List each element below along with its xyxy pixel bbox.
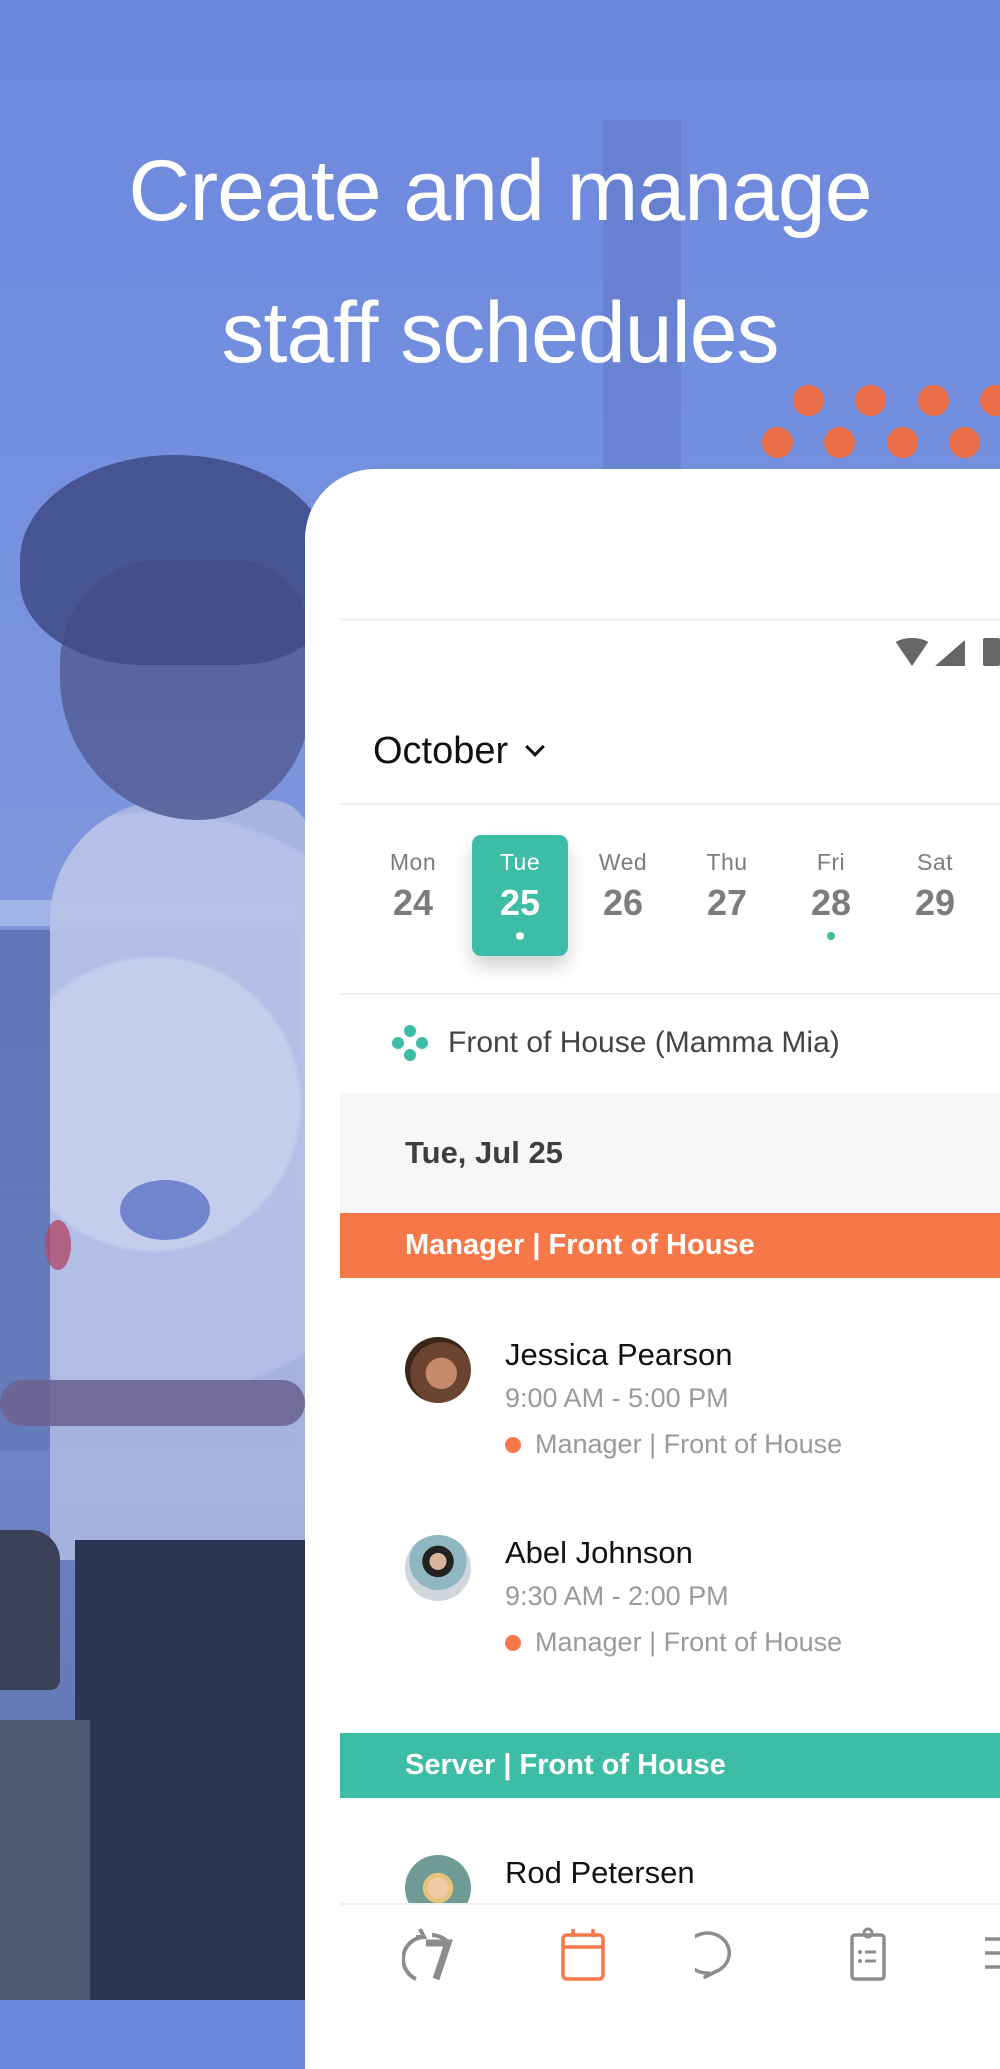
day-name: Fri bbox=[816, 849, 846, 875]
section-header-manager: Manager | Front of House bbox=[340, 1213, 1000, 1278]
bottom-navigation bbox=[340, 1903, 1000, 2005]
menu-icon bbox=[985, 1937, 1000, 1969]
decor-dot bbox=[762, 427, 793, 458]
shift-role: Manager | Front of House bbox=[505, 1429, 842, 1460]
day-wed[interactable]: Wed 26 bbox=[575, 835, 671, 956]
shift-time: 9:00 AM - 5:00 PM bbox=[505, 1383, 729, 1413]
section-title: Manager | Front of House bbox=[405, 1229, 755, 1261]
shift-time: 9:30 AM - 2:00 PM bbox=[505, 1581, 729, 1611]
decor-dot bbox=[918, 385, 949, 416]
role-color-dot bbox=[505, 1634, 521, 1651]
nav-schedule[interactable] bbox=[553, 1927, 613, 1983]
person-pants bbox=[75, 1540, 315, 2000]
month-selector[interactable]: October bbox=[373, 721, 546, 781]
chat-icon bbox=[683, 1931, 731, 1979]
day-number: 28 bbox=[810, 882, 852, 923]
day-name: Wed bbox=[598, 849, 648, 875]
day-thu[interactable]: Thu 27 bbox=[679, 835, 775, 956]
person-arm bbox=[0, 1380, 305, 1426]
clipboard-icon bbox=[850, 1927, 886, 1981]
shift-role-label: Manager | Front of House bbox=[535, 1429, 843, 1459]
day-name: Sat bbox=[916, 849, 954, 875]
headline-line-1: Create and manage bbox=[128, 143, 872, 239]
person-shirt bbox=[50, 800, 310, 1560]
decor-dot bbox=[793, 385, 824, 416]
event-indicator-dot bbox=[516, 932, 524, 940]
day-fri[interactable]: Fri 28 bbox=[783, 835, 879, 956]
nav-messages[interactable] bbox=[683, 1927, 755, 1983]
counter bbox=[0, 1720, 90, 2000]
timeclock-icon bbox=[401, 1928, 453, 1981]
decor-dot bbox=[855, 385, 886, 416]
decor-dot bbox=[824, 427, 855, 458]
wifi-icon bbox=[893, 638, 931, 666]
decor-dot bbox=[949, 427, 980, 458]
decor-dot bbox=[887, 427, 918, 458]
day-number: 26 bbox=[602, 882, 644, 923]
nav-menu[interactable] bbox=[980, 1927, 1000, 1983]
avatar bbox=[405, 1535, 471, 1601]
avatar bbox=[405, 1337, 471, 1403]
date-header: Tue, Jul 25 bbox=[340, 1093, 1000, 1213]
person-hair bbox=[20, 455, 330, 665]
status-bar bbox=[340, 621, 1000, 685]
section-title: Server | Front of House bbox=[405, 1749, 726, 1781]
day-sat[interactable]: Sat 29 bbox=[887, 835, 983, 956]
day-mon[interactable]: Mon 24 bbox=[365, 835, 461, 956]
shift-role-label: Manager | Front of House bbox=[535, 1627, 843, 1657]
date-label: Tue, Jul 25 bbox=[405, 1135, 563, 1170]
employee-name: Rod Petersen bbox=[505, 1855, 695, 1890]
shift-item[interactable]: Jessica Pearson 9:00 AM - 5:00 PM Manage… bbox=[405, 1337, 1000, 1487]
day-number: 27 bbox=[706, 882, 748, 923]
calendar-icon bbox=[561, 1929, 605, 1981]
role-color-dot bbox=[505, 1436, 521, 1453]
headline-line-2: staff schedules bbox=[221, 285, 779, 381]
event-indicator-dot bbox=[827, 932, 835, 940]
day-name: Thu bbox=[706, 849, 748, 875]
shirt-flower bbox=[45, 1220, 71, 1270]
signal-icon bbox=[935, 640, 965, 666]
employee-name: Abel Johnson bbox=[505, 1535, 693, 1570]
group-label: Front of House (Mamma Mia) bbox=[448, 1026, 840, 1059]
shirt-flower bbox=[120, 1180, 210, 1240]
nav-tasks[interactable] bbox=[838, 1927, 898, 1983]
day-number: 25 bbox=[499, 882, 541, 923]
chevron-down-icon bbox=[525, 737, 546, 757]
shift-role: Manager | Front of House bbox=[505, 1627, 842, 1658]
battery-icon bbox=[983, 638, 1000, 666]
month-label: October bbox=[373, 729, 509, 772]
day-name: Mon bbox=[389, 849, 437, 875]
coffee-machine bbox=[0, 1530, 60, 1690]
day-strip: Mon 24 Tue 25 Wed 26 Thu 27 Fri 28 Sat 2… bbox=[340, 803, 1000, 995]
shift-item[interactable]: Abel Johnson 9:30 AM - 2:00 PM Manager |… bbox=[405, 1535, 1000, 1685]
day-number: 24 bbox=[392, 882, 434, 923]
employee-name: Jessica Pearson bbox=[505, 1337, 733, 1372]
section-header-server: Server | Front of House bbox=[340, 1733, 1000, 1798]
app-screen: October Mon 24 Tue 25 Wed 26 Thu 27 Fri … bbox=[340, 618, 1000, 2005]
headline: Create and manage staff schedules bbox=[0, 120, 1000, 404]
group-selector[interactable]: Front of House (Mamma Mia) bbox=[340, 993, 1000, 1093]
day-number: 29 bbox=[914, 882, 956, 923]
nav-timeclock[interactable] bbox=[401, 1927, 462, 1983]
day-tue-selected[interactable]: Tue 25 bbox=[472, 835, 568, 956]
group-dots-icon bbox=[392, 1025, 428, 1061]
day-name: Tue bbox=[499, 849, 541, 875]
